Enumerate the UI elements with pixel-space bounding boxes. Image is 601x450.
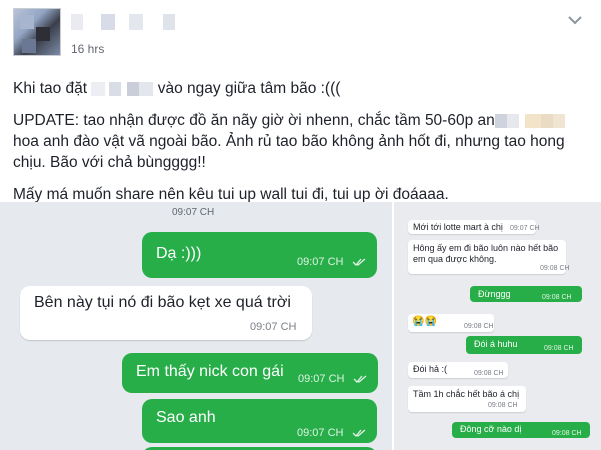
message-time: 09:08 CH — [552, 430, 582, 437]
post-line-1-end: vào ngay giữa tâm bão :((( — [157, 80, 341, 97]
message-text: Dạ :))) — [156, 245, 202, 262]
received-bubble: Bên này tụi nó đi bão kẹt xe quá trời 09… — [20, 286, 312, 340]
post-update: UPDATE: tao nhận được đồ ăn nãy giờ ời n… — [13, 110, 593, 173]
redacted-name-2 — [494, 113, 565, 128]
sent-bubble: Đông cỡ nào dị 09:08 CH — [452, 422, 590, 438]
sent-bubble: Dạ :))) 09:07 CH — [142, 232, 377, 278]
received-bubble: Mới tới lotte mart à chị 09:07 CH — [408, 220, 540, 234]
post-line-1-start: Khi tao đặt — [13, 80, 88, 97]
redacted-name — [91, 81, 154, 96]
sent-bubble: Đói á huhu 09:08 CH — [466, 336, 582, 354]
post-body: Khi tao đặt vào ngay giữa tâm bão :((( U… — [13, 78, 593, 216]
post-update-start: UPDATE: tao nhận được đồ ăn nãy giờ ời n… — [13, 112, 495, 129]
received-bubble: Đói hả :( 09:08 CH — [408, 362, 508, 378]
message-time: 09:07 CH — [297, 427, 344, 439]
double-check-icon — [352, 429, 366, 437]
received-bubble: Tầm 1h chắc hết bão á chị 09:08 CH — [408, 386, 526, 412]
sent-bubble: Đừnggg 09:08 CH — [470, 286, 582, 302]
message-text: Đừnggg — [478, 289, 511, 299]
message-text: Hông ấy em đi bão luôn nào hết bão em qu… — [413, 243, 559, 264]
author-name-redacted[interactable] — [71, 14, 201, 30]
message-text: Mới tới lotte mart à chị — [413, 222, 503, 232]
message-time: 09:08 CH — [464, 323, 494, 330]
message-time: 09:08 CH — [474, 370, 504, 377]
message-time: 09:07 CH — [298, 373, 345, 385]
message-time: 09:08 CH — [488, 402, 518, 409]
double-check-icon — [353, 375, 367, 383]
chat-screenshot-right: Mới tới lotte mart à chị 09:07 CH Hông ấ… — [392, 202, 601, 450]
message-time: 09:08 CH — [544, 345, 574, 352]
sent-bubble: Sao anh 09:07 CH — [142, 399, 377, 443]
message-time: 09:08 CH — [540, 265, 570, 272]
avatar[interactable] — [13, 8, 61, 56]
partial-timestamp: 09:07 CH — [172, 207, 215, 218]
message-time: 09:08 CH — [542, 294, 572, 301]
sent-bubble: Em thấy nick con gái 09:07 CH — [122, 353, 378, 393]
message-text: Em thấy nick con gái — [136, 363, 284, 380]
post-update-end: hoa anh đào vật vã ngoài bão. Ảnh rủ tao… — [13, 133, 565, 171]
message-text: Đói á huhu — [474, 339, 518, 349]
received-bubble: Hông ấy em đi bão luôn nào hết bão em qu… — [408, 240, 570, 274]
message-time: 09:07 CH — [510, 225, 540, 232]
emoji-text: 😭😭 — [412, 316, 437, 327]
message-text: Đông cỡ nào dị — [460, 424, 522, 434]
chevron-down-icon[interactable] — [567, 14, 583, 26]
post-header: 16 hrs — [0, 0, 601, 72]
double-check-icon — [352, 258, 366, 266]
received-bubble: 😭😭 09:08 CH — [408, 314, 494, 332]
post-timestamp[interactable]: 16 hrs — [71, 42, 104, 56]
message-text: Đói hả :( — [413, 364, 448, 374]
message-text: Sao anh — [156, 409, 216, 426]
chat-screenshot-left: 09:07 CH Dạ :))) 09:07 CH Bên này tụi nó… — [0, 202, 392, 450]
message-text: Tầm 1h chắc hết bão á chị — [413, 389, 520, 399]
message-time: 09:07 CH — [297, 256, 344, 268]
message-time: 09:07 CH — [250, 321, 297, 333]
post-line-1: Khi tao đặt vào ngay giữa tâm bão :((( — [13, 78, 593, 99]
message-text: Bên này tụi nó đi bão kẹt xe quá trời — [34, 294, 291, 311]
